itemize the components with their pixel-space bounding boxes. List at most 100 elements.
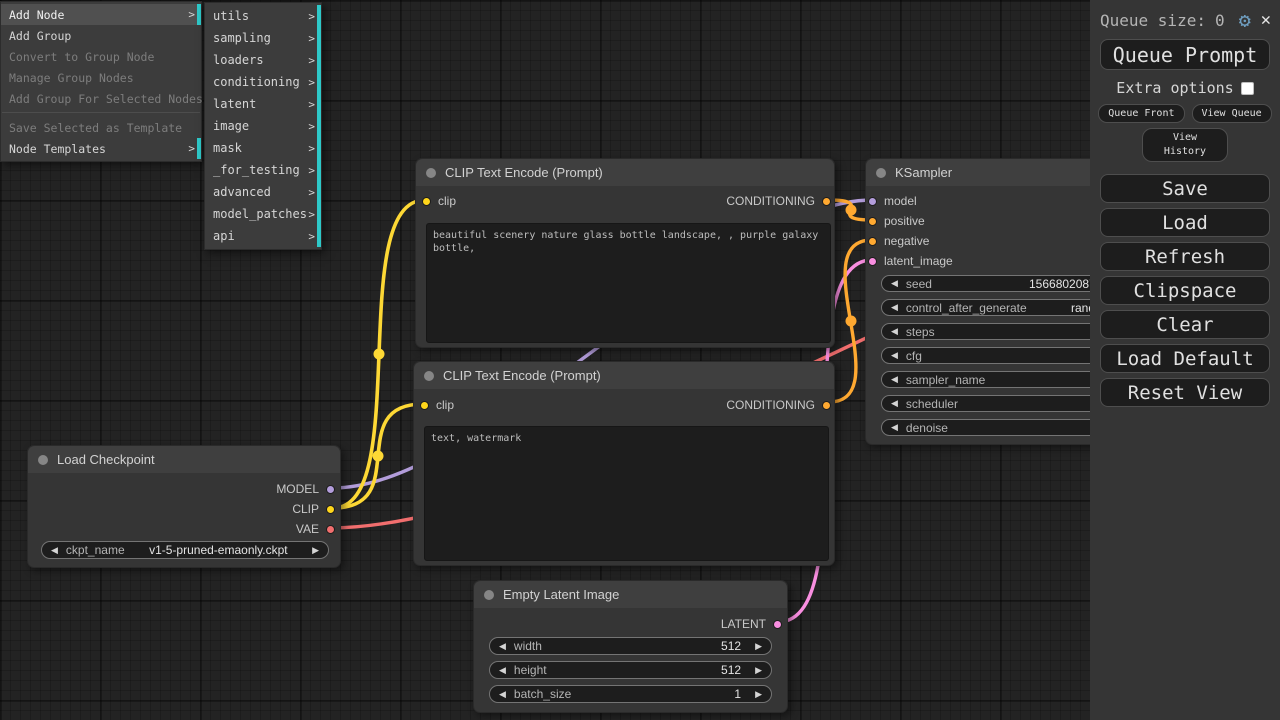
next-option-arrow-icon[interactable]: ▶ <box>312 542 319 559</box>
link-midpoint-dot[interactable] <box>373 451 384 462</box>
output-slot-clip[interactable]: CLIP <box>292 499 335 519</box>
decrement-arrow-icon[interactable]: ◀ <box>891 275 898 292</box>
input-dot-clip[interactable] <box>420 401 429 410</box>
extra-options-checkbox[interactable] <box>1241 82 1254 95</box>
submenu-item-loaders[interactable]: loaders > <box>205 49 321 71</box>
decrement-arrow-icon[interactable]: ◀ <box>891 347 898 364</box>
widget-steps[interactable]: ◀ steps <box>881 323 1116 340</box>
queue-prompt-button[interactable]: Queue Prompt <box>1100 39 1270 70</box>
queue-front-button[interactable]: Queue Front <box>1098 104 1184 123</box>
submenu-item-utils[interactable]: utils > <box>205 5 321 27</box>
output-dot-conditioning[interactable] <box>822 197 831 206</box>
node-collapse-dot[interactable] <box>484 590 494 600</box>
output-dot-latent[interactable] <box>773 620 782 629</box>
decrement-arrow-icon[interactable]: ◀ <box>891 395 898 412</box>
widget-width[interactable]: ◀ width 512 ▶ <box>489 637 772 655</box>
node-title-bar[interactable]: Load Checkpoint <box>28 446 340 473</box>
prompt-textarea[interactable]: text, watermark <box>424 426 829 561</box>
output-dot-model[interactable] <box>326 485 335 494</box>
settings-gear-icon[interactable]: ⚙ <box>1239 10 1251 30</box>
node-title-bar[interactable]: Empty Latent Image <box>474 581 787 608</box>
decrement-arrow-icon[interactable]: ◀ <box>499 686 506 703</box>
output-dot-clip[interactable] <box>326 505 335 514</box>
widget-denoise[interactable]: ◀ denoise <box>881 419 1116 436</box>
node-collapse-dot[interactable] <box>424 371 434 381</box>
previous-option-arrow-icon[interactable]: ◀ <box>51 542 58 559</box>
submenu-item-mask[interactable]: mask > <box>205 137 321 159</box>
save-button[interactable]: Save <box>1100 174 1270 203</box>
submenu-item-advanced[interactable]: advanced > <box>205 181 321 203</box>
node-empty-latent-image[interactable]: Empty Latent Image LATENT ◀ width 512 ▶ … <box>473 580 788 713</box>
menu-item-add-group[interactable]: Add Group <box>1 25 201 46</box>
widget-batch-size[interactable]: ◀ batch_size 1 ▶ <box>489 685 772 703</box>
submenu-item-api[interactable]: api > <box>205 225 321 247</box>
input-slot-clip[interactable]: clip <box>422 191 456 211</box>
link-clip-to-negative-prompt[interactable] <box>333 404 423 508</box>
input-slot-positive[interactable]: positive <box>868 211 925 231</box>
node-collapse-dot[interactable] <box>876 168 886 178</box>
node-title-bar[interactable]: CLIP Text Encode (Prompt) <box>416 159 834 186</box>
node-title-bar[interactable]: CLIP Text Encode (Prompt) <box>414 362 834 389</box>
output-dot-conditioning[interactable] <box>822 401 831 410</box>
output-slot-vae[interactable]: VAE <box>296 519 335 539</box>
decrement-arrow-icon[interactable]: ◀ <box>499 662 506 679</box>
output-slot-latent[interactable]: LATENT <box>721 614 782 634</box>
widget-scheduler[interactable]: ◀ scheduler <box>881 395 1116 412</box>
submenu-item-conditioning[interactable]: conditioning > <box>205 71 321 93</box>
load-default-button[interactable]: Load Default <box>1100 344 1270 373</box>
submenu-item-sampling[interactable]: sampling > <box>205 27 321 49</box>
output-dot-vae[interactable] <box>326 525 335 534</box>
submenu-item-image[interactable]: image > <box>205 115 321 137</box>
increment-arrow-icon[interactable]: ▶ <box>755 662 762 679</box>
view-history-button[interactable]: View History <box>1142 128 1228 162</box>
load-button[interactable]: Load <box>1100 208 1270 237</box>
clipspace-button[interactable]: Clipspace <box>1100 276 1270 305</box>
output-slot-conditioning[interactable]: CONDITIONING <box>726 191 831 211</box>
output-slot-conditioning[interactable]: CONDITIONING <box>726 395 831 415</box>
input-dot-clip[interactable] <box>422 197 431 206</box>
decrement-arrow-icon[interactable]: ◀ <box>891 299 898 316</box>
input-slot-model[interactable]: model <box>868 191 917 211</box>
decrement-arrow-icon[interactable]: ◀ <box>891 419 898 436</box>
menu-item-convert-to-group-node[interactable]: Convert to Group Node <box>1 46 201 67</box>
link-midpoint-dot[interactable] <box>846 316 857 327</box>
menu-item-save-selected-as-template[interactable]: Save Selected as Template <box>1 117 201 138</box>
node-collapse-dot[interactable] <box>38 455 48 465</box>
increment-arrow-icon[interactable]: ▶ <box>755 686 762 703</box>
link-clip-to-positive-prompt[interactable] <box>333 200 425 508</box>
input-slot-latent-image[interactable]: latent_image <box>868 251 953 271</box>
menu-item-add-group-for-selected-nodes[interactable]: Add Group For Selected Nodes <box>1 88 201 109</box>
submenu-item-latent[interactable]: latent > <box>205 93 321 115</box>
input-dot-negative[interactable] <box>868 237 877 246</box>
link-midpoint-dot[interactable] <box>374 349 385 360</box>
increment-arrow-icon[interactable]: ▶ <box>755 638 762 655</box>
reset-view-button[interactable]: Reset View <box>1100 378 1270 407</box>
node-load-checkpoint[interactable]: Load Checkpoint MODEL CLIP VAE ◀ ckpt_na… <box>27 445 341 568</box>
input-slot-negative[interactable]: negative <box>868 231 929 251</box>
decrement-arrow-icon[interactable]: ◀ <box>891 371 898 388</box>
prompt-textarea[interactable]: beautiful scenery nature glass bottle la… <box>426 223 831 343</box>
output-slot-model[interactable]: MODEL <box>276 479 335 499</box>
widget-sampler-name[interactable]: ◀ sampler_name <box>881 371 1116 388</box>
node-clip-text-encode-2[interactable]: CLIP Text Encode (Prompt) clip CONDITION… <box>413 361 835 566</box>
decrement-arrow-icon[interactable]: ◀ <box>499 638 506 655</box>
input-dot-latent-image[interactable] <box>868 257 877 266</box>
decrement-arrow-icon[interactable]: ◀ <box>891 323 898 340</box>
link-midpoint-dot[interactable] <box>846 205 857 216</box>
menu-item-add-node[interactable]: Add Node > <box>1 4 201 25</box>
node-clip-text-encode-1[interactable]: CLIP Text Encode (Prompt) clip CONDITION… <box>415 158 835 348</box>
widget-ckpt-name[interactable]: ◀ ckpt_name v1-5-pruned-emaonly.ckpt ▶ <box>41 541 329 559</box>
close-icon[interactable]: ✕ <box>1261 10 1271 30</box>
refresh-button[interactable]: Refresh <box>1100 242 1270 271</box>
clear-button[interactable]: Clear <box>1100 310 1270 339</box>
widget-control-after-generate[interactable]: ◀ control_after_generate randomize <box>881 299 1116 316</box>
widget-cfg[interactable]: ◀ cfg <box>881 347 1116 364</box>
menu-item-node-templates[interactable]: Node Templates > <box>1 138 201 159</box>
view-queue-button[interactable]: View Queue <box>1192 104 1272 123</box>
widget-height[interactable]: ◀ height 512 ▶ <box>489 661 772 679</box>
widget-seed[interactable]: ◀ seed 1566802087 <box>881 275 1116 292</box>
node-collapse-dot[interactable] <box>426 168 436 178</box>
submenu-item-for-testing[interactable]: _for_testing > <box>205 159 321 181</box>
submenu-item-model-patches[interactable]: model_patches > <box>205 203 321 225</box>
input-dot-model[interactable] <box>868 197 877 206</box>
